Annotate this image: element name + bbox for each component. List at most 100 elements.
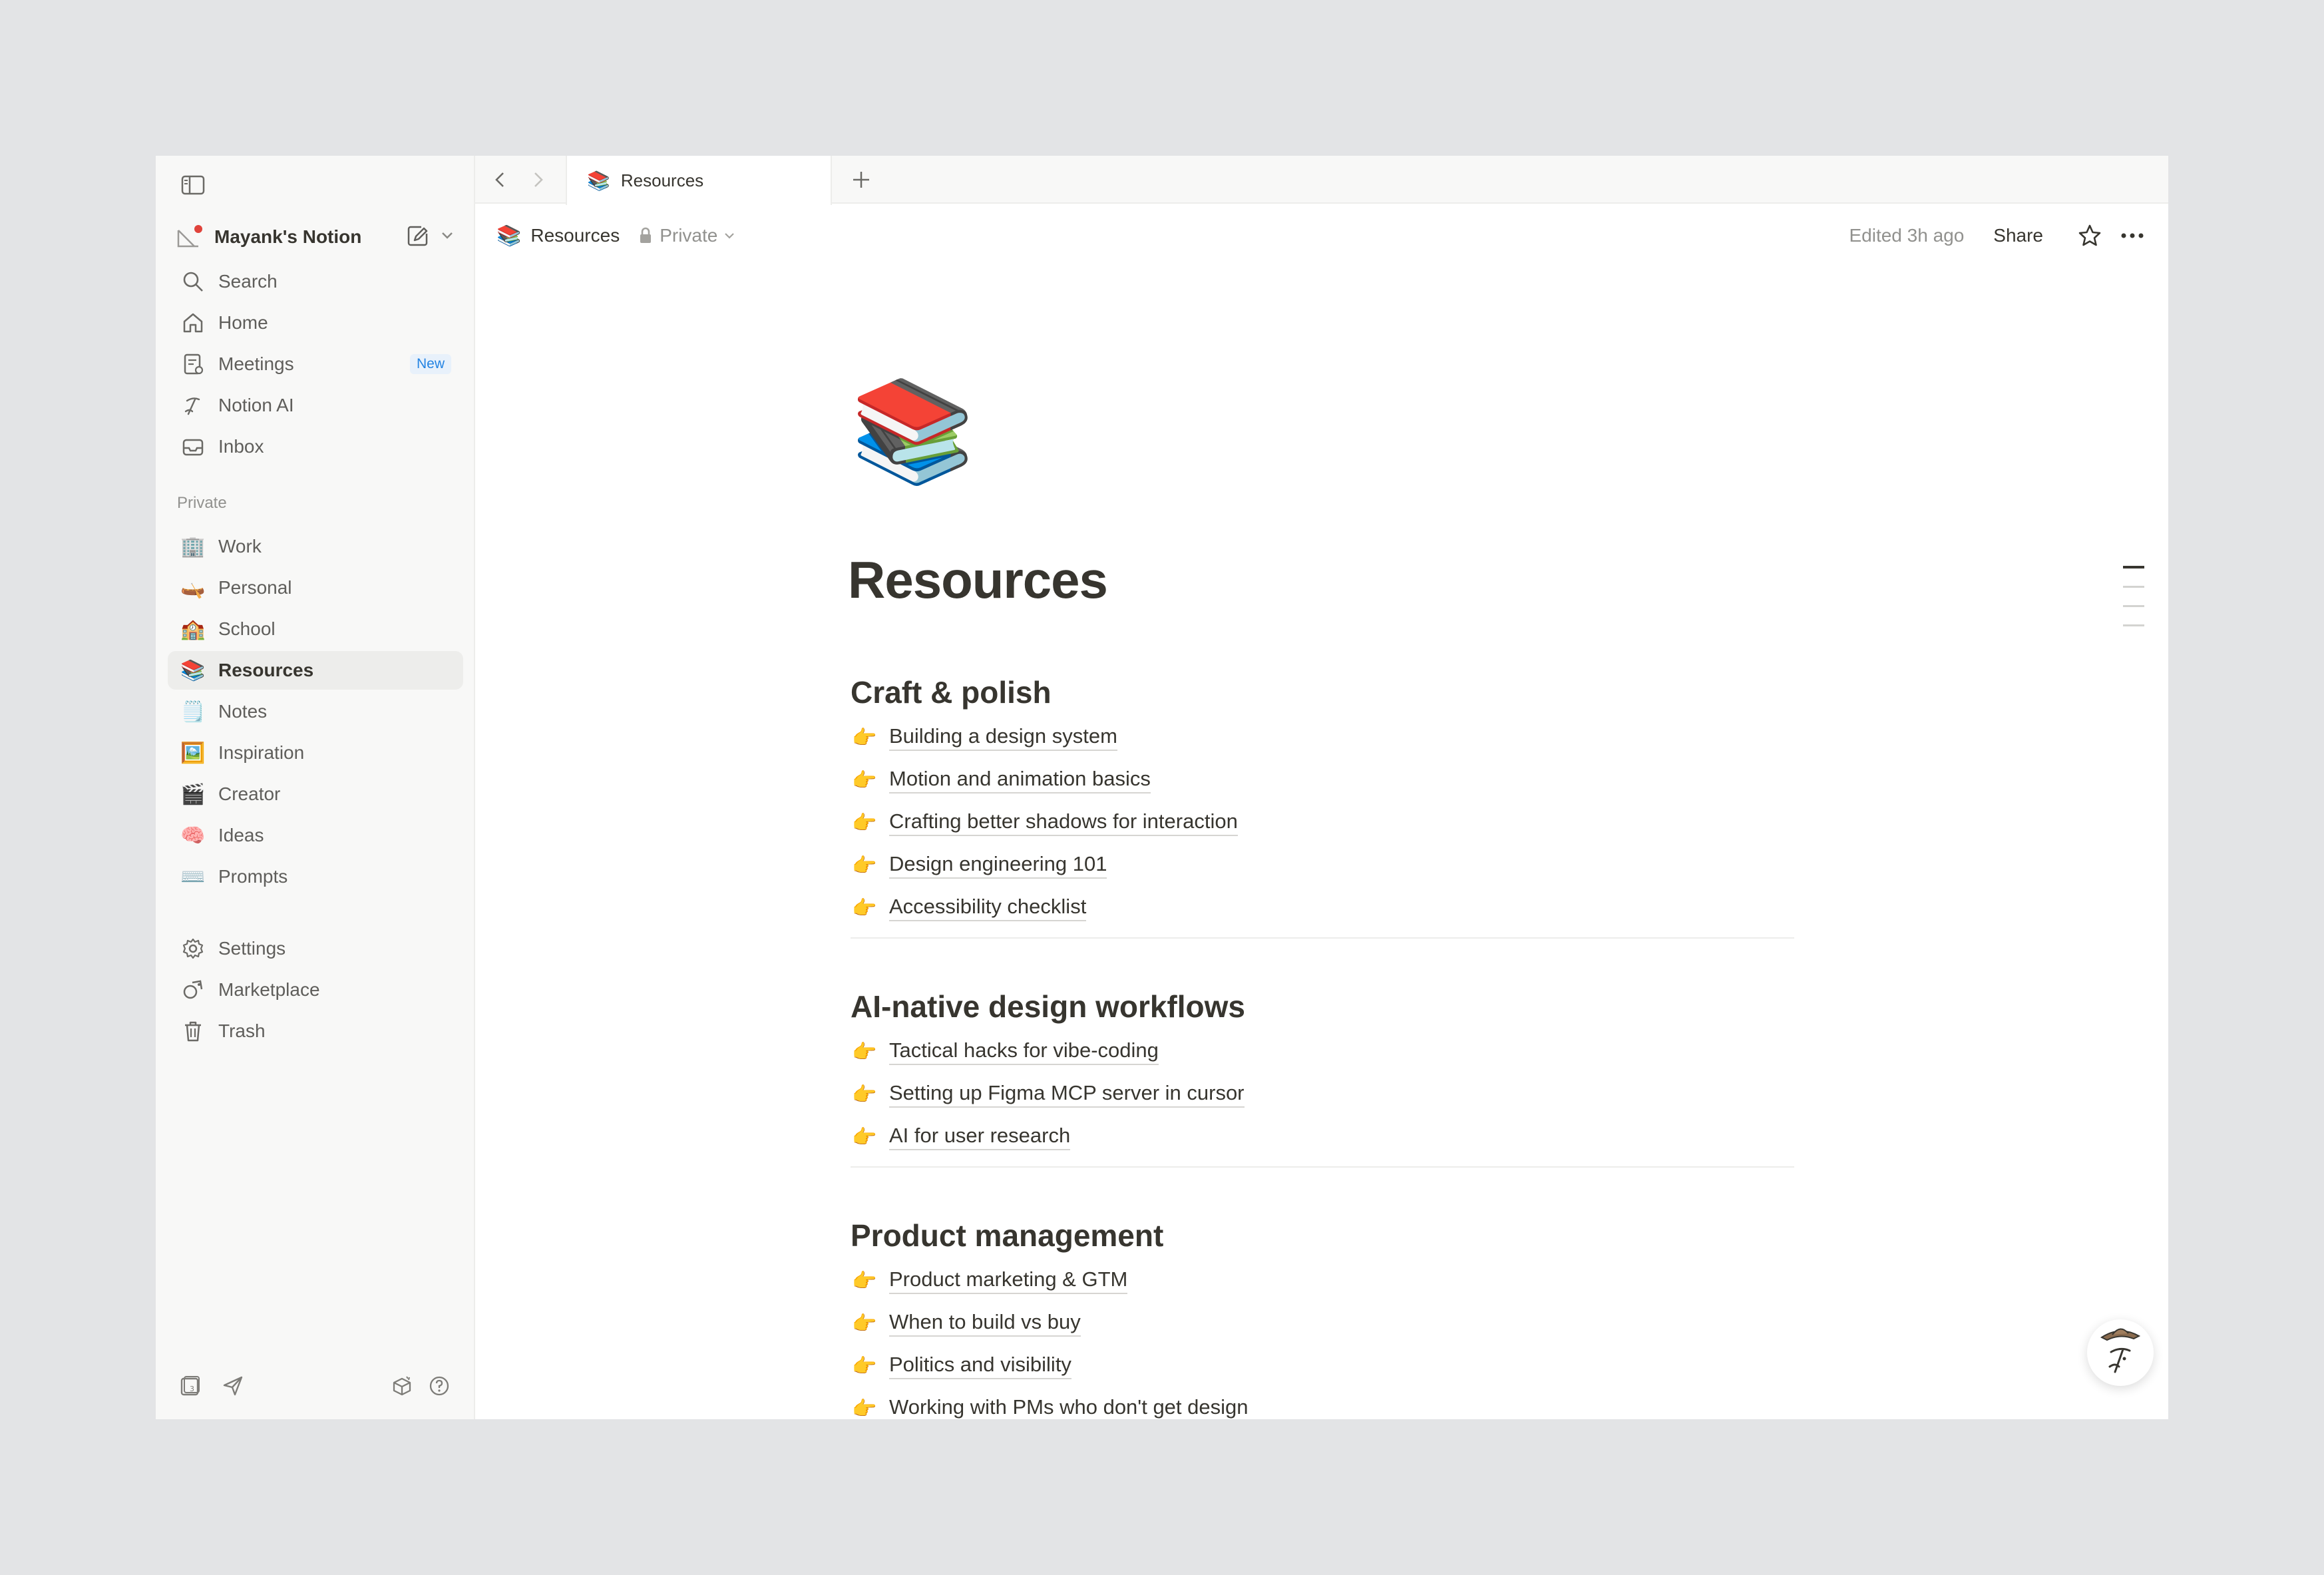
nav-trash[interactable]: Trash: [168, 1012, 463, 1050]
page-ideas[interactable]: 🧠 Ideas: [168, 816, 463, 855]
lock-icon: [640, 227, 652, 243]
notion-ai-assistant-button[interactable]: [2087, 1319, 2154, 1386]
tab-title: Resources: [620, 170, 704, 190]
send-icon[interactable]: [217, 1370, 249, 1402]
workspace-avatar: [174, 222, 204, 252]
list-item[interactable]: 👉 Working with PMs who don't get design: [851, 1387, 1794, 1419]
page-prompts[interactable]: ⌨️ Prompts: [168, 857, 463, 896]
page-link[interactable]: Tactical hacks for vibe-coding: [889, 1038, 1159, 1065]
ai-face-icon: [2100, 1328, 2141, 1373]
page-link[interactable]: Building a design system: [889, 724, 1117, 751]
pointing-hand-icon: 👉: [852, 811, 877, 834]
page-inspiration[interactable]: 🖼️ Inspiration: [168, 734, 463, 772]
new-badge: New: [409, 354, 451, 374]
list-item[interactable]: 👉 Crafting better shadows for interaction: [851, 801, 1794, 844]
list-item[interactable]: 👉 Tactical hacks for vibe-coding: [851, 1030, 1794, 1073]
star-icon[interactable]: [2074, 220, 2106, 252]
list-item[interactable]: 👉 Motion and animation basics: [851, 759, 1794, 801]
share-button[interactable]: Share: [1993, 225, 2043, 246]
list-item[interactable]: 👉 Setting up Figma MCP server in cursor: [851, 1073, 1794, 1116]
breadcrumb-page[interactable]: Resources: [530, 225, 620, 246]
breadcrumb: 📚 Resources Private: [496, 221, 735, 250]
books-icon: 📚: [180, 659, 206, 682]
section-heading[interactable]: Product management: [851, 1212, 1794, 1259]
nav-marketplace[interactable]: Marketplace: [168, 971, 463, 1009]
page-link[interactable]: Politics and visibility: [889, 1353, 1071, 1379]
tab-resources[interactable]: 📚 Resources: [566, 156, 832, 205]
forward-arrow-icon[interactable]: [522, 164, 554, 196]
section-ai-native-workflows: AI-native design workflows 👉 Tactical hac…: [851, 983, 1794, 1168]
school-icon: 🏫: [180, 618, 206, 640]
trash-icon: [178, 1016, 208, 1046]
page-link[interactable]: AI for user research: [889, 1124, 1071, 1150]
list-item[interactable]: 👉 Product marketing & GTM: [851, 1259, 1794, 1302]
nav-search[interactable]: Search: [168, 262, 463, 301]
nav-settings[interactable]: Settings: [168, 929, 463, 968]
toc-mark: [2123, 586, 2144, 588]
toc-mark: [2123, 624, 2144, 626]
notepad-icon: 🗒️: [180, 700, 206, 723]
page-link[interactable]: Product marketing & GTM: [889, 1267, 1128, 1294]
list-item[interactable]: 👉 AI for user research: [851, 1116, 1794, 1158]
books-icon: 📚: [587, 170, 610, 191]
chevron-down-icon[interactable]: [438, 221, 457, 250]
page-link[interactable]: Design engineering 101: [889, 852, 1107, 879]
notion-window: Mayank's Notion Search Home Meetings New: [156, 156, 2168, 1419]
list-item[interactable]: 👉 Building a design system: [851, 716, 1794, 759]
page-title[interactable]: Resources: [848, 550, 1108, 610]
nav-home[interactable]: Home: [168, 304, 463, 342]
brain-icon: 🧠: [180, 824, 206, 847]
section-craft-polish: Craft & polish 👉 Building a design system…: [851, 668, 1794, 939]
page-work[interactable]: 🏢 Work: [168, 527, 463, 566]
page-link[interactable]: Motion and animation basics: [889, 767, 1151, 793]
calendar-icon[interactable]: 3: [174, 1370, 206, 1402]
table-of-contents-indicator[interactable]: [2123, 566, 2150, 644]
pointing-hand-icon: 👉: [852, 726, 877, 749]
list-item[interactable]: 👉 Design engineering 101: [851, 844, 1794, 887]
sidebar-toggle-icon[interactable]: [177, 169, 209, 201]
page-link[interactable]: Setting up Figma MCP server in cursor: [889, 1081, 1245, 1108]
edited-timestamp: Edited 3h ago: [1849, 225, 1965, 246]
plus-icon[interactable]: [845, 164, 877, 196]
page-creator[interactable]: 🎬 Creator: [168, 775, 463, 813]
list-item[interactable]: 👉 When to build vs buy: [851, 1302, 1794, 1345]
list-item[interactable]: 👉 Accessibility checklist: [851, 887, 1794, 929]
help-icon[interactable]: [423, 1370, 455, 1402]
new-page-icon[interactable]: [403, 221, 433, 250]
templates-icon[interactable]: [386, 1370, 418, 1402]
more-options-icon[interactable]: [2116, 220, 2148, 252]
page-link[interactable]: When to build vs buy: [889, 1310, 1081, 1337]
back-arrow-icon[interactable]: [484, 164, 516, 196]
pointing-hand-icon: 👉: [852, 1397, 877, 1420]
section-heading[interactable]: AI-native design workflows: [851, 983, 1794, 1030]
page-icon-books[interactable]: 📚: [851, 381, 975, 481]
page-personal[interactable]: 🛶 Personal: [168, 568, 463, 607]
gear-icon: [178, 934, 208, 963]
privacy-selector[interactable]: Private: [638, 225, 735, 246]
toc-mark: [2123, 605, 2144, 607]
page-school[interactable]: 🏫 School: [168, 610, 463, 648]
inbox-icon: [178, 432, 208, 461]
search-icon: [178, 267, 208, 296]
canoe-icon: 🛶: [180, 576, 206, 599]
page-resources[interactable]: 📚 Resources: [168, 651, 463, 690]
private-section-label: Private: [177, 494, 227, 512]
page-link[interactable]: Crafting better shadows for interaction: [889, 809, 1238, 836]
list-item[interactable]: 👉 Politics and visibility: [851, 1345, 1794, 1387]
pointing-hand-icon: 👉: [852, 1312, 877, 1335]
nav-inbox[interactable]: Inbox: [168, 427, 463, 466]
page-notes[interactable]: 🗒️ Notes: [168, 692, 463, 731]
tab-bar: 📚 Resources: [475, 156, 2168, 205]
pointing-hand-icon: 👉: [852, 769, 877, 791]
toc-mark: [2123, 566, 2144, 568]
page-link[interactable]: Accessibility checklist: [889, 895, 1087, 921]
pointing-hand-icon: 👉: [852, 1040, 877, 1063]
nav-notion-ai[interactable]: Notion AI: [168, 386, 463, 425]
workspace-switcher[interactable]: Mayank's Notion: [168, 216, 463, 258]
page-link[interactable]: Working with PMs who don't get design: [889, 1395, 1249, 1419]
nav-meetings[interactable]: Meetings New: [168, 345, 463, 383]
section-heading[interactable]: Craft & polish: [851, 668, 1794, 716]
page-header-bar: 📚 Resources Private Edited 3h ago Share: [475, 205, 2168, 265]
pointing-hand-icon: 👉: [852, 897, 877, 919]
workspace-name: Mayank's Notion: [214, 226, 362, 247]
